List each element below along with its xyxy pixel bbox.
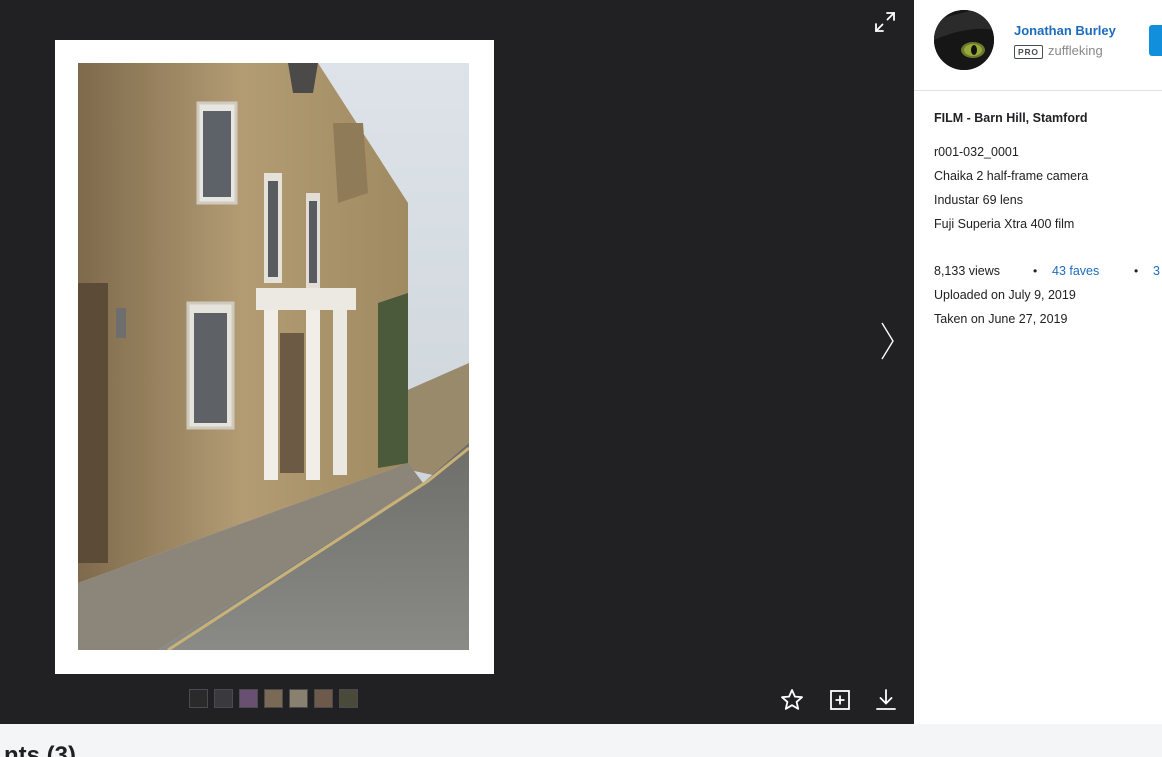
avatar-image <box>934 10 994 70</box>
chevron-right-icon <box>881 322 894 360</box>
download-icon <box>876 689 896 710</box>
author-name-link[interactable]: Jonathan Burley <box>1014 23 1116 38</box>
description-line: Fuji Superia Xtra 400 film <box>934 217 1075 231</box>
star-icon <box>781 689 803 710</box>
filmstrip-thumbnail[interactable] <box>214 689 233 708</box>
comments-heading: nts (3) <box>4 742 76 757</box>
comments-section: nts (3) <box>0 724 1162 757</box>
faves-link[interactable]: 43 faves <box>1052 264 1099 278</box>
filmstrip-thumbnail[interactable] <box>189 689 208 708</box>
photo-viewer <box>0 0 914 724</box>
view-count: 8,133 views <box>934 264 1001 278</box>
avatar[interactable] <box>934 10 994 70</box>
photo-frame <box>55 40 494 674</box>
comments-count-link[interactable]: 3 <box>1153 264 1160 278</box>
main-photo[interactable] <box>78 63 469 650</box>
filmstrip-thumbnail[interactable] <box>264 689 283 708</box>
filmstrip-thumbnail[interactable] <box>314 689 333 708</box>
taken-date: Taken on June 27, 2019 <box>934 312 1068 326</box>
upload-date: Uploaded on July 9, 2019 <box>934 288 1076 302</box>
photo-street-scene <box>78 63 469 650</box>
filmstrip <box>189 689 358 708</box>
stat-separator: • <box>1033 264 1038 278</box>
filmstrip-thumbnail[interactable] <box>239 689 258 708</box>
description-line: Industar 69 lens <box>934 193 1023 207</box>
photo-info-sidebar: Jonathan Burley PRO zuffleking FILM - Ba… <box>914 0 1162 724</box>
expand-icon <box>875 12 895 32</box>
pro-badge: PRO <box>1014 45 1043 59</box>
description-line: Chaika 2 half-frame camera <box>934 169 1089 183</box>
author-profile: Jonathan Burley PRO zuffleking <box>914 0 1162 91</box>
filmstrip-thumbnail[interactable] <box>339 689 358 708</box>
stat-separator: • <box>1134 264 1139 278</box>
plus-square-icon <box>830 690 850 710</box>
fave-button[interactable] <box>779 687 805 713</box>
follow-button[interactable] <box>1149 25 1162 56</box>
download-button[interactable] <box>873 687 899 713</box>
filmstrip-thumbnail[interactable] <box>289 689 308 708</box>
photo-title: FILM - Barn Hill, Stamford <box>934 111 1088 125</box>
fullscreen-button[interactable] <box>872 9 898 35</box>
add-to-gallery-button[interactable] <box>827 687 853 713</box>
description-line: r001-032_0001 <box>934 145 1019 159</box>
username[interactable]: zuffleking <box>1048 43 1103 58</box>
next-photo-button[interactable] <box>874 318 902 364</box>
